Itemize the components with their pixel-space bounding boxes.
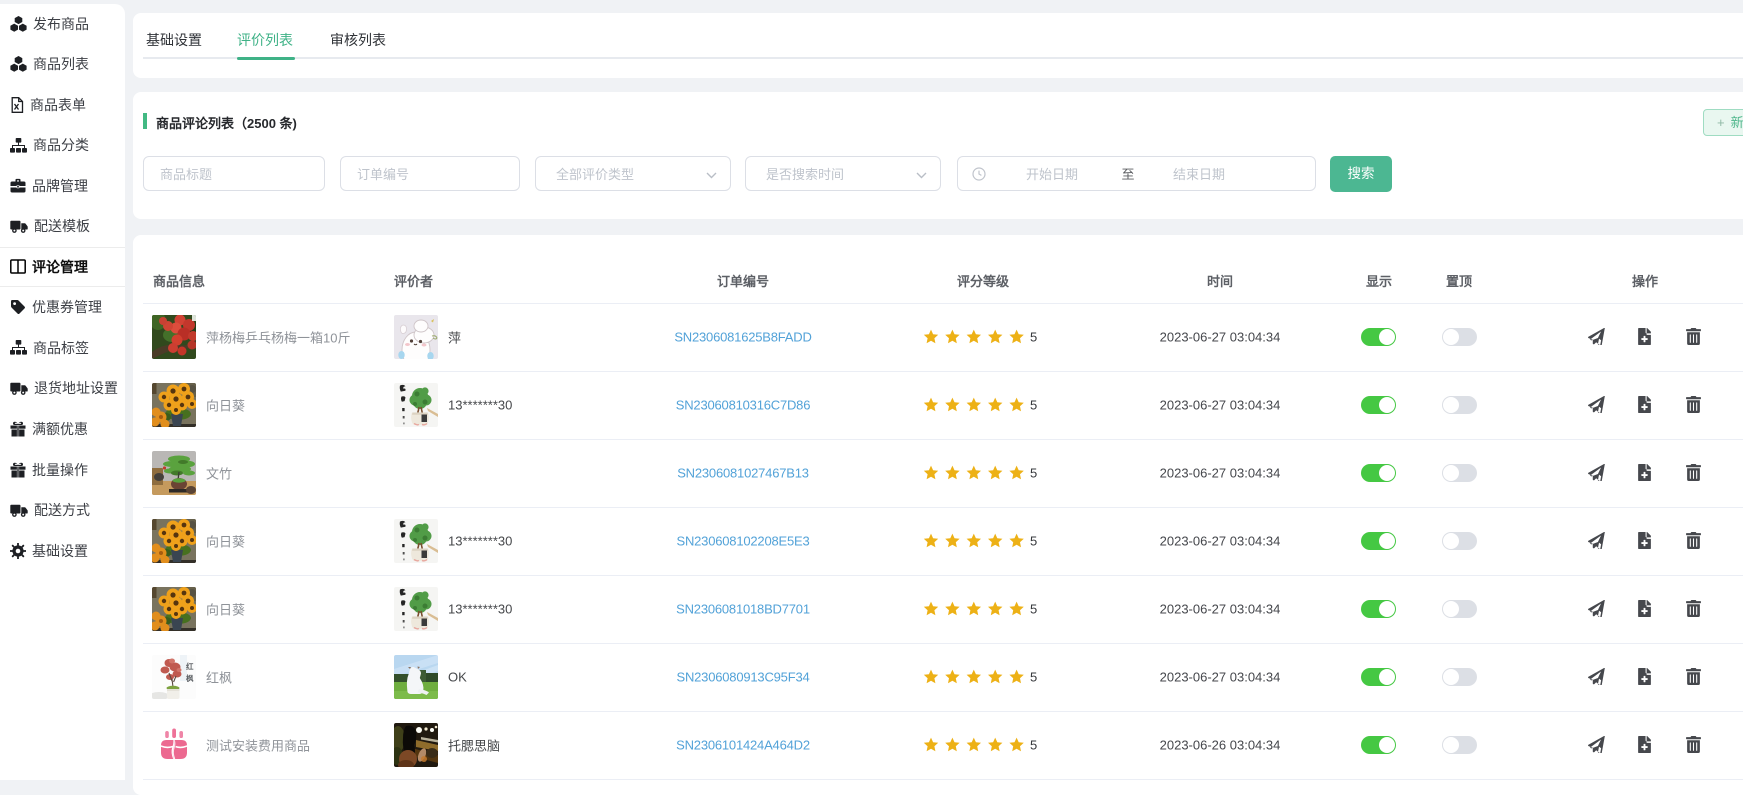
svg-text:红: 红: [186, 661, 194, 671]
svg-text:枫: 枫: [186, 673, 194, 683]
